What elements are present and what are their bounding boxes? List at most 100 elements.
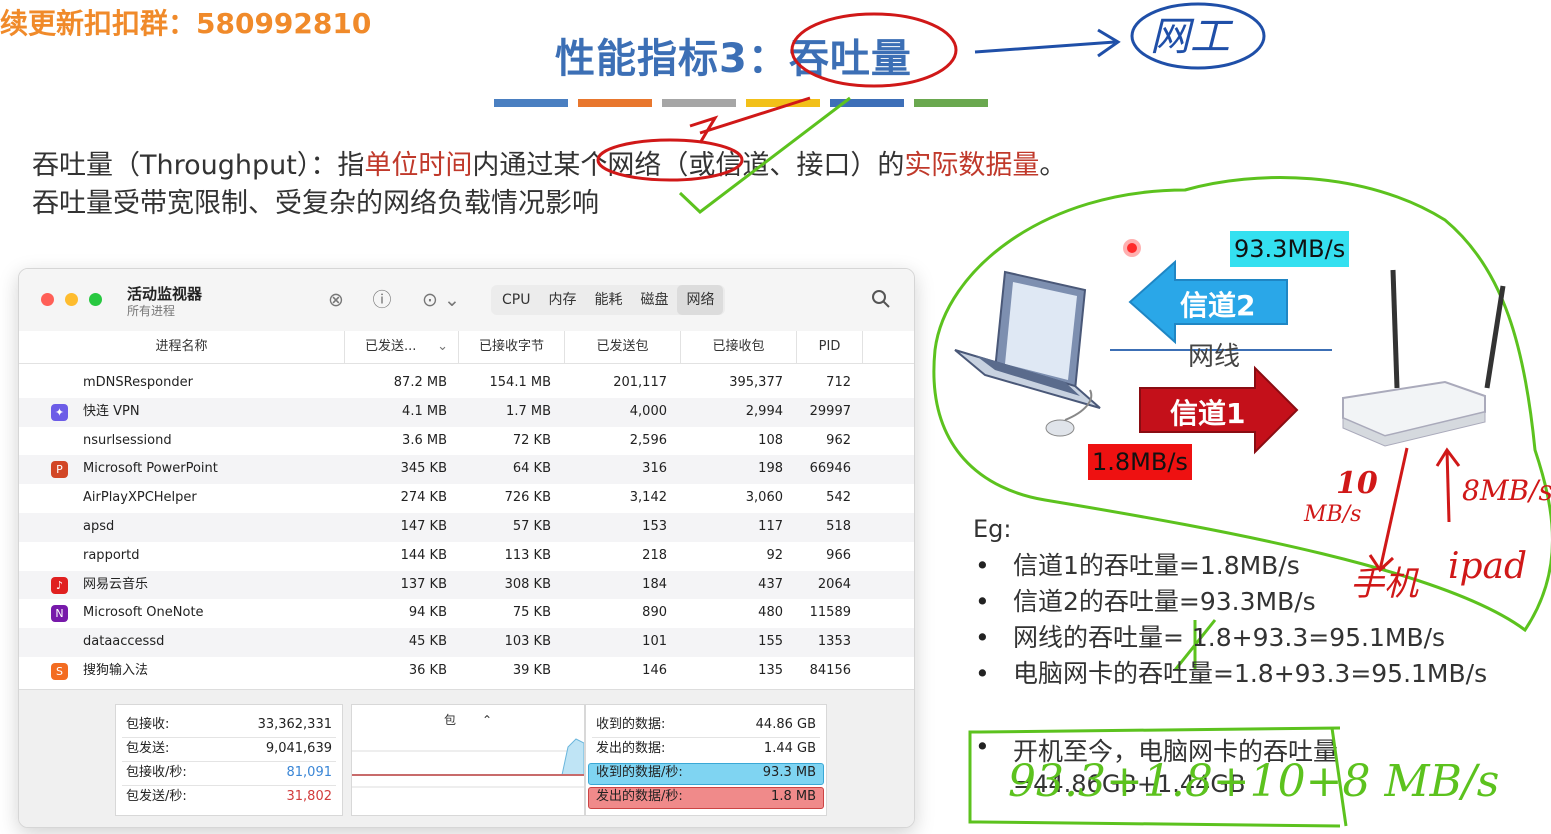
process-name-cell: nsurlsessiond <box>83 432 172 448</box>
table-row[interactable]: S 搜狗输入法 36 KB 39 KB 146 135 84156 <box>19 657 914 686</box>
process-name-cell: AirPlayXPCHelper <box>83 490 197 506</box>
zoom-window-button[interactable] <box>89 293 102 306</box>
tab-cpu[interactable]: CPU <box>493 285 539 315</box>
process-name-cell: rapportd <box>83 547 140 563</box>
onenote-app-icon: N <box>51 605 68 623</box>
pid-cell: 66946 <box>809 461 851 477</box>
more-options-icon[interactable]: ⊙ ⌄ <box>419 289 463 311</box>
pid-cell: 966 <box>826 547 851 563</box>
table-row[interactable]: rapportd 144 KB 113 KB 218 92 966 <box>19 542 914 571</box>
info-icon[interactable]: ⓘ <box>371 289 393 311</box>
color-bar-1 <box>494 99 568 107</box>
cable-label: 网线 <box>1188 342 1241 372</box>
table-row[interactable]: ♪ 网易云音乐 137 KB 308 KB 184 437 2064 <box>19 570 914 600</box>
graph-selector[interactable]: 包 ⌃ <box>352 711 584 728</box>
table-row[interactable]: P Microsoft PowerPoint 345 KB 64 KB 316 198 66… <box>19 455 914 485</box>
pid-cell: 1353 <box>817 634 851 650</box>
process-name-cell: dataaccessd <box>83 634 165 650</box>
sogou-app-icon: S <box>51 662 68 680</box>
graph-lines <box>352 738 584 788</box>
powerpoint-app-icon: P <box>51 461 68 479</box>
recv-packets-cell: 2,994 <box>745 403 783 419</box>
table-header: 进程名称 已发送... ⌄ 已接收字节 已发送包 已接收包 PID <box>19 331 914 364</box>
process-name-cell: Microsoft PowerPoint <box>83 461 218 477</box>
speed-down-badge: 93.3MB/s <box>1230 231 1350 267</box>
tab-energy[interactable]: 能耗 <box>585 285 631 315</box>
recv-bytes-cell: 39 KB <box>512 662 551 678</box>
recv-packets-cell: 3,060 <box>745 490 783 506</box>
column-pid[interactable]: PID <box>797 331 863 363</box>
handwritten-ipad-speed: 8MB/s <box>1462 474 1551 507</box>
channel2-label: 信道2 <box>1180 289 1256 322</box>
data-received-sec-row: 收到的数据/秒: 93.3 MB <box>596 765 816 780</box>
pid-cell: 2064 <box>817 576 851 592</box>
sent-bytes-cell: 36 KB <box>408 662 447 678</box>
netease-music-app-icon: ♪ <box>51 576 68 594</box>
process-name-cell: 搜狗输入法 <box>83 662 149 678</box>
sent-bytes-cell: 345 KB <box>400 461 447 477</box>
sent-packets-cell: 2,596 <box>629 432 667 448</box>
watermark-text: 续更新扣扣群：580992810 <box>0 7 372 40</box>
example-bullet-4: 电脑网卡的吞吐量=1.8+93.3=95.1MB/s <box>975 656 1487 692</box>
table-row[interactable]: ✦ 快连 VPN 4.1 MB 1.7 MB 4,000 2,994 29997 <box>19 397 914 427</box>
column-sent-bytes[interactable]: 已发送... ⌄ <box>345 331 459 363</box>
recv-bytes-cell: 57 KB <box>512 518 551 534</box>
recv-packets-cell: 198 <box>758 461 783 477</box>
search-icon[interactable] <box>871 289 891 314</box>
channel1-label: 信道1 <box>1170 397 1246 430</box>
column-recv-packets[interactable]: 已接收包 <box>681 331 797 363</box>
table-row[interactable]: dataaccessd 45 KB 103 KB 101 155 1353 <box>19 628 914 657</box>
recv-packets-cell: 117 <box>758 518 783 534</box>
sent-packets-cell: 890 <box>642 605 667 621</box>
table-row[interactable]: apsd 147 KB 57 KB 153 117 518 <box>19 512 914 542</box>
tab-network[interactable]: 网络 <box>677 285 724 315</box>
recv-bytes-cell: 1.7 MB <box>506 403 551 419</box>
traffic-graph: 包 ⌃ <box>351 704 585 816</box>
sent-packets-cell: 218 <box>642 547 667 563</box>
pid-cell: 518 <box>826 518 851 534</box>
title-circle-stroke <box>790 12 958 88</box>
handwritten-phone-speed-num: 10 <box>1336 466 1378 501</box>
packets-in-row: 包接收: 33,362,331 <box>126 717 332 732</box>
network-summary: 包接收: 33,362,331 包发送: 9,041,639 包接收/秒: 81,09… <box>19 689 914 827</box>
handwritten-wanggong: 网工 <box>1150 14 1230 60</box>
tab-disk[interactable]: 磁盘 <box>631 285 677 315</box>
recv-packets-cell: 480 <box>758 605 783 621</box>
example-bullet-2: 信道2的吞吐量=93.3MB/s <box>975 584 1487 620</box>
recv-bytes-cell: 103 KB <box>504 634 551 650</box>
packets-panel: 包接收: 33,362,331 包发送: 9,041,639 包接收/秒: 81,09… <box>115 704 343 816</box>
process-list: mDNSResponder 87.2 MB 154.1 MB 201,117 395,3… <box>19 369 914 686</box>
speed-up-badge: 1.8MB/s <box>1088 444 1192 480</box>
activity-monitor-window: 活动监视器 所有进程 ⊗ ⓘ ⊙ ⌄ CPU 内存 能耗 磁盘 网络 进程名称 … <box>18 268 915 828</box>
column-process-name[interactable]: 进程名称 <box>19 331 345 363</box>
table-row[interactable]: nsurlsessiond 3.6 MB 72 KB 2,596 108 962 <box>19 427 914 456</box>
vpn-app-icon: ✦ <box>51 403 68 421</box>
pid-cell: 84156 <box>809 662 851 678</box>
minimize-window-button[interactable] <box>65 293 78 306</box>
tab-memory[interactable]: 内存 <box>539 285 585 315</box>
data-panel: 收到的数据: 44.86 GB 发出的数据: 1.44 GB 收到的数据/秒: 93.… <box>585 704 827 816</box>
table-row[interactable]: mDNSResponder 87.2 MB 154.1 MB 201,117 395,3… <box>19 369 914 398</box>
column-sent-packets[interactable]: 已发送包 <box>565 331 681 363</box>
example-label: Eg: <box>973 515 1012 543</box>
sent-bytes-cell: 45 KB <box>408 634 447 650</box>
close-window-button[interactable] <box>41 293 54 306</box>
process-name-cell: 快连 VPN <box>83 403 140 419</box>
sent-packets-cell: 146 <box>642 662 667 678</box>
recv-packets-cell: 395,377 <box>729 375 783 390</box>
app-subtitle[interactable]: 所有进程 <box>127 302 175 319</box>
stop-process-icon[interactable]: ⊗ <box>325 289 347 311</box>
pid-cell: 962 <box>826 432 851 448</box>
sent-bytes-cell: 3.6 MB <box>402 432 447 448</box>
app-title: 活动监视器 <box>127 285 203 303</box>
table-row[interactable]: N Microsoft OneNote 94 KB 75 KB 890 480 11589 <box>19 599 914 628</box>
recv-bytes-cell: 113 KB <box>504 547 551 563</box>
column-recv-bytes[interactable]: 已接收字节 <box>459 331 565 363</box>
recv-bytes-cell: 154.1 MB <box>489 375 551 390</box>
sort-chevron-icon: ⌄ <box>437 339 448 354</box>
table-row[interactable]: AirPlayXPCHelper 274 KB 726 KB 3,142 3,060 54… <box>19 484 914 513</box>
process-name-cell: 网易云音乐 <box>83 576 149 592</box>
pid-cell: 712 <box>826 375 851 390</box>
data-sent-sec-row: 发出的数据/秒: 1.8 MB <box>596 789 816 804</box>
process-name-cell: Microsoft OneNote <box>83 605 204 621</box>
